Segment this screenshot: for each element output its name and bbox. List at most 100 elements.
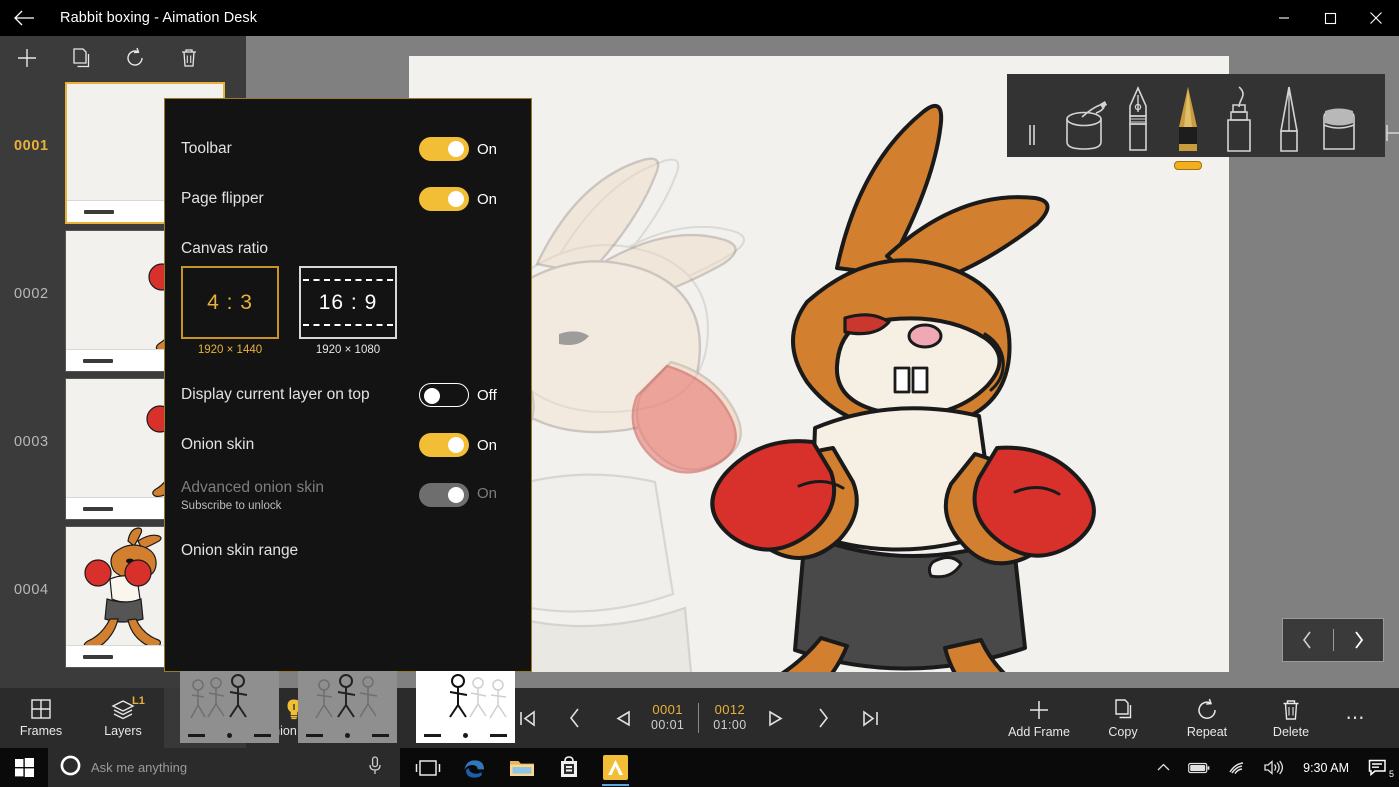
setting-page-flipper-row: Page flipper On	[165, 187, 533, 211]
repeat-action[interactable]: Repeat	[1165, 688, 1249, 748]
overflow-menu-button[interactable]: ⋯	[1333, 688, 1377, 748]
chevron-left-icon	[569, 708, 579, 728]
minimize-button[interactable]	[1261, 0, 1307, 36]
back-button[interactable]	[0, 0, 48, 36]
drawing-toolbar[interactable]	[1007, 74, 1399, 170]
wifi-button[interactable]	[1219, 748, 1255, 787]
appbar-label: Frames	[19, 724, 63, 738]
close-button[interactable]	[1353, 0, 1399, 36]
setting-label: Page flipper	[181, 190, 264, 207]
step-back-button[interactable]	[599, 688, 647, 748]
active-app-indicator	[602, 784, 629, 786]
copy-frame-button[interactable]	[54, 36, 108, 80]
display-current-layer-toggle[interactable]	[419, 383, 469, 407]
advanced-onion-skin-state: On	[477, 485, 498, 502]
last-frame-button[interactable]	[847, 688, 895, 748]
tool-paint-bucket[interactable]	[1057, 74, 1113, 157]
frame-number: 0004	[14, 582, 49, 598]
store-icon	[560, 756, 577, 777]
onion-skin-range-option-1[interactable]	[180, 671, 279, 743]
page-flipper-prev[interactable]	[1283, 619, 1333, 661]
frames-toolbar	[0, 36, 246, 80]
current-frame-number: 0001	[652, 702, 683, 718]
current-frame-time: 00:01	[651, 718, 685, 733]
frame-number: 0003	[14, 434, 49, 450]
volume-button[interactable]	[1255, 748, 1292, 787]
frame-number: 0002	[14, 286, 49, 302]
grid-icon	[31, 699, 51, 719]
onion-range-preview-3	[449, 674, 507, 719]
prev-page-button[interactable]	[551, 688, 599, 748]
aimation-desk-button[interactable]	[592, 748, 639, 787]
repeat-frame-button[interactable]	[108, 36, 162, 80]
appbar-action-label: Delete	[1272, 724, 1310, 739]
next-page-button[interactable]	[799, 688, 847, 748]
notification-count: 5	[1388, 769, 1394, 779]
tool-brush[interactable]	[1265, 74, 1313, 157]
setting-advanced-onion-skin-row: Advanced onion skin Subscribe to unlock …	[165, 479, 533, 513]
onion-skin-range-option-3[interactable]	[416, 671, 515, 743]
maximize-button[interactable]	[1307, 0, 1353, 36]
clock[interactable]: 9:30 AM	[1292, 761, 1360, 775]
search-input[interactable]: Ask me anything	[91, 760, 187, 775]
window-controls	[1261, 0, 1399, 36]
layer-bar-indicator	[83, 507, 113, 511]
battery-button[interactable]	[1179, 748, 1219, 787]
range-bar-right	[254, 734, 271, 737]
toggle-knob	[448, 487, 464, 503]
appbar-item-layers[interactable]: L1 Layers	[82, 688, 164, 748]
onion-skin-range-option-2[interactable]	[298, 671, 397, 743]
page-flipper[interactable]	[1282, 618, 1384, 662]
setting-label: Advanced onion skin	[181, 479, 325, 496]
add-frame-action[interactable]: Add Frame	[997, 688, 1081, 748]
page-flipper-toggle-state: On	[477, 190, 498, 208]
microphone-button[interactable]	[368, 755, 382, 780]
tool-fountain-pen[interactable]	[1113, 74, 1163, 157]
toolbar-toggle[interactable]	[419, 137, 469, 161]
delete-frame-button[interactable]	[162, 36, 216, 80]
total-frame-counter: 0012 01:00	[713, 702, 746, 734]
tool-pencil[interactable]	[1163, 74, 1213, 170]
chevron-right-icon	[1355, 631, 1363, 649]
onion-skin-toggle[interactable]	[419, 433, 469, 457]
canvas-ratio-option-4-3[interactable]: 4 : 3	[181, 266, 279, 339]
search-box[interactable]: Ask me anything	[48, 748, 400, 787]
close-icon	[1370, 12, 1382, 24]
file-explorer-icon	[509, 761, 534, 776]
notifications-button[interactable]: 5	[1360, 748, 1399, 787]
advanced-onion-skin-toggle[interactable]	[419, 483, 469, 507]
windows-taskbar: Ask me anything 9:30 AM 5	[0, 748, 1399, 787]
page-flipper-next[interactable]	[1334, 619, 1384, 661]
toolbar-expand-button[interactable]	[1365, 74, 1399, 157]
onion-range-footer	[298, 729, 397, 743]
appbar-right-actions: Add Frame Copy Repeat Delete ⋯	[997, 688, 1377, 748]
microphone-icon	[369, 755, 381, 774]
edge-button[interactable]	[451, 748, 498, 787]
page-flipper-toggle[interactable]	[419, 187, 469, 211]
store-button[interactable]	[545, 748, 592, 787]
onion-range-preview-1	[190, 674, 248, 719]
step-back-icon	[616, 710, 630, 726]
plus-icon	[1030, 700, 1048, 719]
setting-toolbar-row: Toolbar On	[165, 137, 533, 161]
copy-icon	[73, 48, 90, 68]
minimize-icon	[1279, 17, 1289, 19]
onion-range-footer	[416, 729, 515, 743]
start-button[interactable]	[0, 748, 48, 787]
add-frame-button[interactable]	[0, 36, 54, 80]
copy-action[interactable]: Copy	[1081, 688, 1165, 748]
toolbar-drag-handle[interactable]	[1007, 74, 1057, 157]
play-icon	[768, 710, 783, 726]
current-frame-counter: 0001 00:01	[651, 702, 684, 734]
show-hidden-icons-button[interactable]	[1148, 748, 1179, 787]
range-bar-right	[490, 734, 507, 737]
canvas-ratio-option-16-9[interactable]: 16 : 9	[299, 266, 397, 339]
expand-arrow-icon	[1386, 125, 1399, 141]
file-explorer-button[interactable]	[498, 748, 545, 787]
play-button[interactable]	[751, 688, 799, 748]
appbar-item-frames[interactable]: Frames	[0, 688, 82, 748]
task-view-button[interactable]	[404, 748, 451, 787]
tool-eraser[interactable]	[1313, 74, 1365, 157]
delete-action[interactable]: Delete	[1249, 688, 1333, 748]
tool-marker[interactable]	[1213, 74, 1265, 157]
